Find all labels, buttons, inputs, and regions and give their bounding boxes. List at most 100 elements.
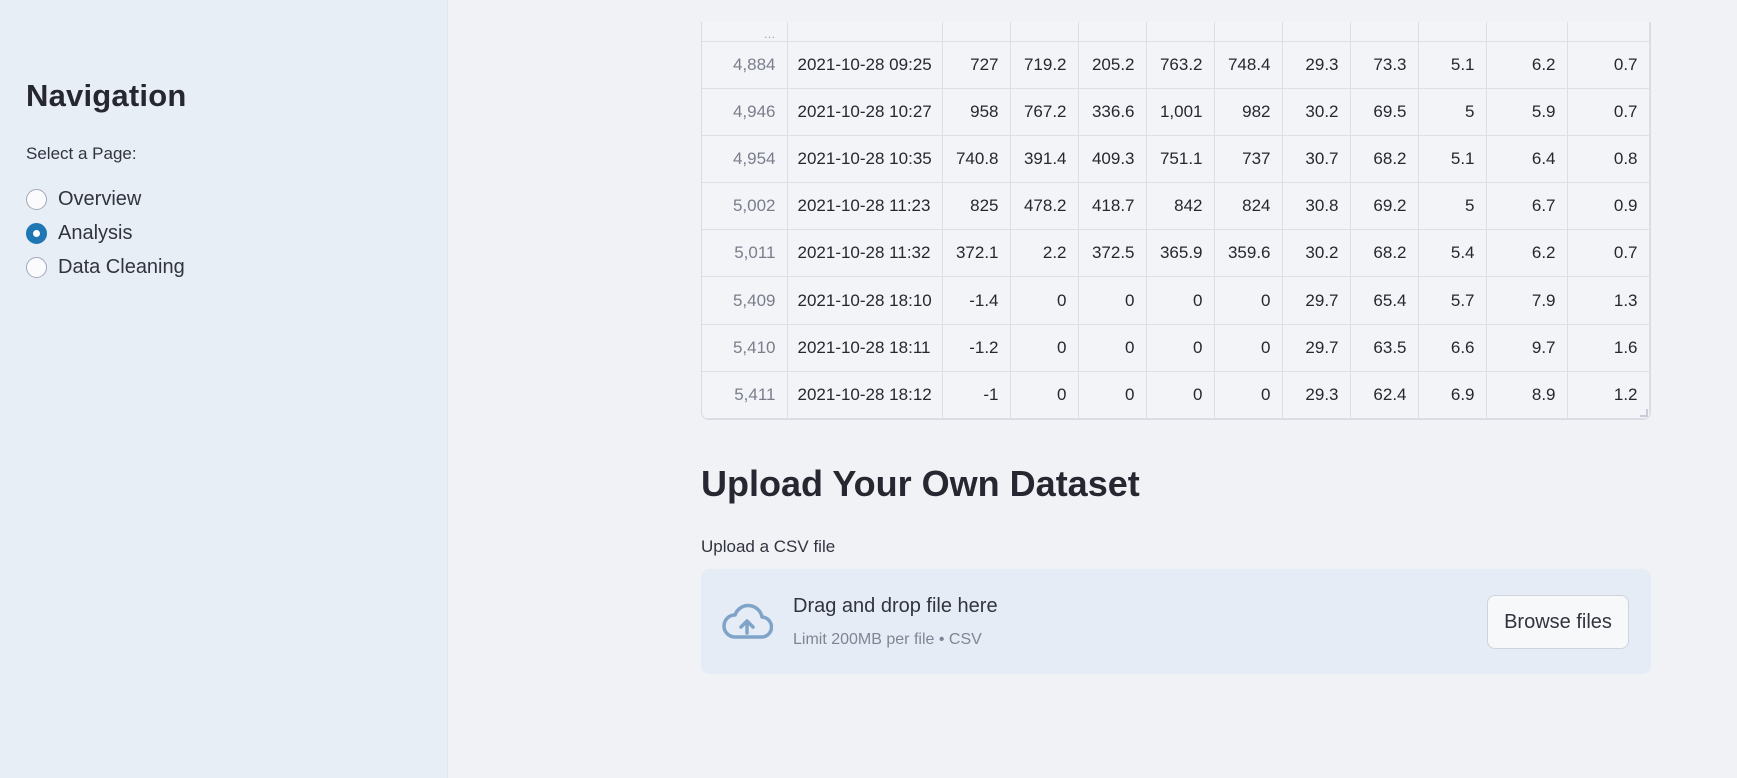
table-cell[interactable]: 365.9: [1146, 229, 1215, 278]
table-cell[interactable]: 6.2: [1486, 229, 1568, 278]
data-table[interactable]: … 4,884 2021-10-28 09:25 727 719.2 205.2 763.2…: [701, 22, 1651, 420]
table-cell[interactable]: 65.4: [1350, 276, 1419, 325]
table-row[interactable]: 5,409 2021-10-28 18:10 -1.4 0 0 0 0 29.7 65.4 5.7…: [702, 276, 1650, 325]
radio-button[interactable]: [26, 188, 47, 210]
table-cell[interactable]: 29.7: [1282, 276, 1351, 325]
table-cell[interactable]: 5.9: [1486, 88, 1568, 136]
table-cell[interactable]: 5: [1418, 182, 1487, 231]
row-index-cell[interactable]: 5,002: [702, 182, 788, 231]
table-cell[interactable]: 0: [1146, 276, 1215, 325]
table-cell[interactable]: 68.2: [1350, 135, 1419, 184]
table-cell[interactable]: 0: [1146, 371, 1215, 419]
browse-files-button[interactable]: Browse files: [1487, 595, 1629, 649]
table-cell[interactable]: 372.5: [1078, 229, 1147, 278]
table-cell[interactable]: 0: [1010, 371, 1079, 419]
row-index-cell[interactable]: 4,954: [702, 135, 788, 184]
table-cell[interactable]: 982: [1214, 88, 1283, 136]
table-cell[interactable]: 29.7: [1282, 324, 1351, 372]
table-cell[interactable]: 824: [1214, 182, 1283, 231]
table-cell[interactable]: 2.2: [1010, 229, 1079, 278]
table-cell[interactable]: 30.8: [1282, 182, 1351, 231]
table-cell[interactable]: 1.6: [1567, 324, 1650, 372]
table-cell[interactable]: 0.8: [1567, 135, 1650, 184]
table-cell[interactable]: 0: [1010, 276, 1079, 325]
table-cell[interactable]: 73.3: [1350, 41, 1419, 89]
table-cell[interactable]: 62.4: [1350, 371, 1419, 419]
table-cell[interactable]: 6.2: [1486, 41, 1568, 89]
radio-button[interactable]: [26, 256, 47, 278]
table-cell[interactable]: 5.7: [1418, 276, 1487, 325]
table-cell[interactable]: 6.9: [1418, 371, 1487, 419]
table-cell[interactable]: 30.2: [1282, 88, 1351, 136]
table-cell[interactable]: 29.3: [1282, 371, 1351, 419]
table-cell[interactable]: 8.9: [1486, 371, 1568, 419]
table-cell[interactable]: 5: [1418, 88, 1487, 136]
table-cell[interactable]: 359.6: [1214, 229, 1283, 278]
table-cell[interactable]: 5.1: [1418, 135, 1487, 184]
row-index-cell[interactable]: 5,409: [702, 276, 788, 325]
table-row[interactable]: 5,002 2021-10-28 11:23 825 478.2 418.7 842 824…: [702, 182, 1650, 231]
radio-button[interactable]: [26, 222, 47, 244]
table-cell[interactable]: 372.1: [942, 229, 1011, 278]
table-cell[interactable]: -1.2: [942, 324, 1011, 372]
table-cell[interactable]: 0: [1078, 371, 1147, 419]
table-cell[interactable]: 418.7: [1078, 182, 1147, 231]
table-cell[interactable]: -1: [942, 371, 1011, 419]
table-cell[interactable]: 737: [1214, 135, 1283, 184]
table-cell[interactable]: 0: [1214, 371, 1283, 419]
table-cell[interactable]: 5.1: [1418, 41, 1487, 89]
table-cell[interactable]: 1.2: [1567, 371, 1650, 419]
table-cell[interactable]: 751.1: [1146, 135, 1215, 184]
table-cell[interactable]: 1.3: [1567, 276, 1650, 325]
table-cell[interactable]: 0.7: [1567, 41, 1650, 89]
table-cell[interactable]: 0: [1078, 276, 1147, 325]
table-cell[interactable]: 0.9: [1567, 182, 1650, 231]
table-cell[interactable]: 2021-10-28 18:10: [787, 276, 943, 325]
table-row[interactable]: 5,410 2021-10-28 18:11 -1.2 0 0 0 0 29.7 63.5 6.6…: [702, 324, 1650, 372]
table-row[interactable]: 5,411 2021-10-28 18:12 -1 0 0 0 0 29.3 62.4 6.9 8.…: [702, 371, 1650, 419]
table-cell[interactable]: 478.2: [1010, 182, 1079, 231]
table-cell[interactable]: 9.7: [1486, 324, 1568, 372]
row-index-cell[interactable]: 5,011: [702, 229, 788, 278]
table-cell[interactable]: 0: [1078, 324, 1147, 372]
table-cell[interactable]: 958: [942, 88, 1011, 136]
table-cell[interactable]: 0.7: [1567, 229, 1650, 278]
table-cell[interactable]: -1.4: [942, 276, 1011, 325]
table-cell[interactable]: 763.2: [1146, 41, 1215, 89]
table-cell[interactable]: 69.2: [1350, 182, 1419, 231]
row-index-cell[interactable]: 4,884: [702, 41, 788, 89]
row-index-cell[interactable]: 4,946: [702, 88, 788, 136]
table-cell[interactable]: 2021-10-28 11:32: [787, 229, 943, 278]
table-cell[interactable]: 205.2: [1078, 41, 1147, 89]
table-row[interactable]: 4,954 2021-10-28 10:35 740.8 391.4 409.3 751.…: [702, 135, 1650, 184]
table-cell[interactable]: 1,001: [1146, 88, 1215, 136]
page-radio-analysis[interactable]: Analysis: [26, 216, 185, 250]
page-radio-overview[interactable]: Overview: [26, 182, 185, 216]
table-cell[interactable]: 719.2: [1010, 41, 1079, 89]
table-cell[interactable]: 30.2: [1282, 229, 1351, 278]
table-cell[interactable]: 767.2: [1010, 88, 1079, 136]
table-cell[interactable]: 825: [942, 182, 1011, 231]
table-cell[interactable]: 740.8: [942, 135, 1011, 184]
table-cell[interactable]: 2021-10-28 18:12: [787, 371, 943, 419]
table-resize-handle[interactable]: [1640, 409, 1648, 417]
table-cell[interactable]: 0.7: [1567, 88, 1650, 136]
table-cell[interactable]: 0: [1214, 324, 1283, 372]
table-row[interactable]: 4,946 2021-10-28 10:27 958 767.2 336.6 1,001 9…: [702, 88, 1650, 136]
row-index-cell[interactable]: 5,411: [702, 371, 788, 419]
table-cell[interactable]: 2021-10-28 10:35: [787, 135, 943, 184]
page-radio-data-cleaning[interactable]: Data Cleaning: [26, 250, 185, 284]
table-cell[interactable]: 748.4: [1214, 41, 1283, 89]
file-dropzone[interactable]: Drag and drop file here Limit 200MB per …: [701, 569, 1651, 674]
table-cell[interactable]: 2021-10-28 11:23: [787, 182, 943, 231]
table-row[interactable]: 5,011 2021-10-28 11:32 372.1 2.2 372.5 365.9 3…: [702, 229, 1650, 278]
table-cell[interactable]: 391.4: [1010, 135, 1079, 184]
table-cell[interactable]: 68.2: [1350, 229, 1419, 278]
table-cell[interactable]: 336.6: [1078, 88, 1147, 136]
table-cell[interactable]: 29.3: [1282, 41, 1351, 89]
table-cell[interactable]: 7.9: [1486, 276, 1568, 325]
table-cell[interactable]: 2021-10-28 09:25: [787, 41, 943, 89]
table-cell[interactable]: 842: [1146, 182, 1215, 231]
table-cell[interactable]: 6.4: [1486, 135, 1568, 184]
table-cell[interactable]: 63.5: [1350, 324, 1419, 372]
